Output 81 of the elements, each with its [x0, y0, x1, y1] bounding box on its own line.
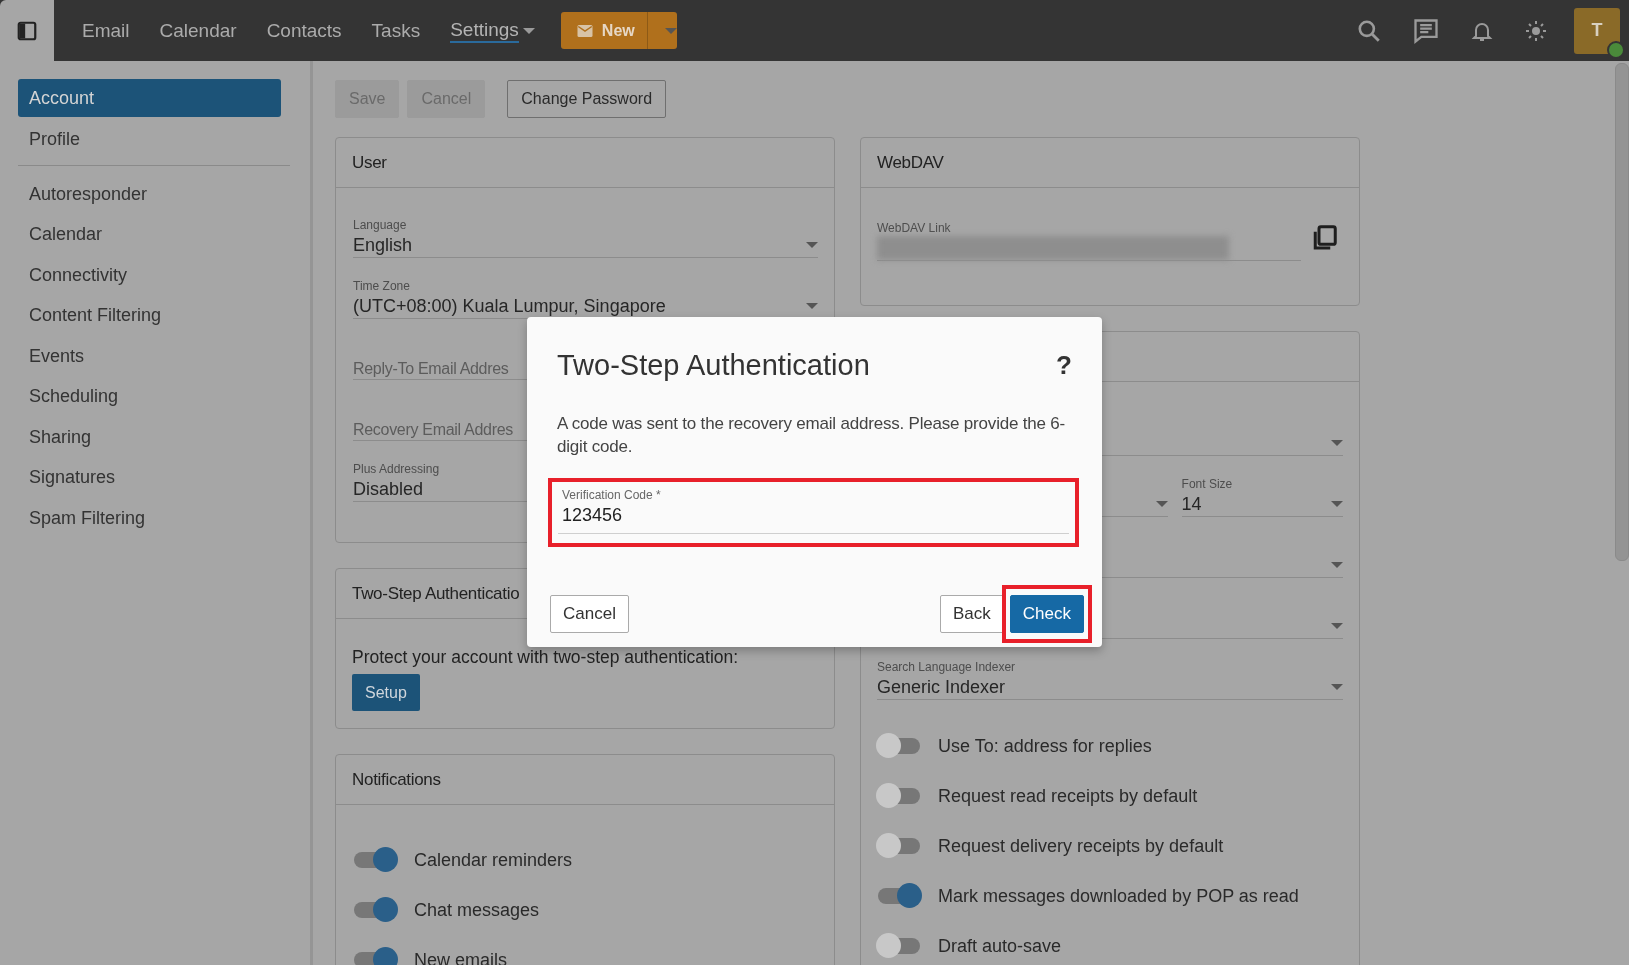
setup-button[interactable]: Setup: [352, 674, 420, 711]
nav-tab[interactable]: Tasks: [371, 19, 421, 42]
dialog-button[interactable]: Back: [940, 595, 1004, 633]
sidebar-item[interactable]: Profile: [18, 119, 281, 158]
avatar-initial: T: [1591, 20, 1603, 41]
caret-icon: [806, 242, 818, 248]
dropdown-button[interactable]: [647, 12, 677, 49]
sidebar-toggle-button[interactable]: [0, 0, 54, 61]
field-value: (UTC+08:00) Kuala Lumpur, Singapore: [353, 295, 666, 317]
card-title: User: [352, 152, 387, 173]
sun-icon[interactable]: [1524, 18, 1548, 43]
sidebar-item[interactable]: Calendar: [18, 215, 281, 253]
sidebar-item[interactable]: Account: [18, 79, 281, 117]
field-placeholder: Recovery Email Addres: [353, 420, 513, 439]
sidebar-item[interactable]: Content Filtering: [18, 296, 281, 334]
toggle-label: Calendar reminders: [414, 849, 573, 871]
toggle-switch[interactable]: [876, 833, 922, 859]
caret-icon: [664, 27, 677, 34]
sidebar-item[interactable]: Spam Filtering: [18, 498, 281, 537]
field-value: Generic Indexer: [877, 676, 1006, 698]
toggle-switch[interactable]: [352, 897, 398, 923]
sidebar-item[interactable]: Sharing: [18, 417, 281, 456]
field-value: Disabled: [353, 478, 424, 500]
sidebar-item[interactable]: Autoresponder: [18, 174, 281, 213]
field-placeholder: Reply-To Email Addres: [353, 359, 509, 378]
nav-tab[interactable]: Settings: [450, 18, 535, 43]
help-button[interactable]: ?: [1044, 349, 1084, 381]
caret-icon: [1331, 440, 1343, 446]
field-value: 14: [1181, 493, 1202, 515]
toggle-label: Mark messages downloaded by POP as read: [938, 885, 1299, 907]
dialog-button[interactable]: Check: [1009, 595, 1084, 633]
select-field[interactable]: Font Size 14: [1181, 477, 1343, 517]
dialog-message: A code was sent to the recovery email address. Please provide the 6-digit code.: [557, 413, 1066, 458]
sidebar-item[interactable]: Signatures: [18, 458, 281, 496]
sidebar-item[interactable]: Scheduling: [18, 377, 281, 415]
scrollbar[interactable]: [1615, 63, 1629, 561]
nav-tab[interactable]: Calendar: [159, 19, 237, 42]
dialog-title: Two-Step Authentication: [557, 348, 870, 382]
toggle-label: New emails: [414, 949, 508, 965]
sidebar-item[interactable]: Connectivity: [18, 255, 281, 294]
field-label: Language: [353, 218, 408, 233]
description-text: Protect your account with two-step authentication:: [352, 647, 740, 668]
nav-tab[interactable]: Email: [82, 19, 130, 42]
toggle-label: Use To: address for replies: [938, 735, 1152, 757]
toolbar-button[interactable]: Change Password: [507, 80, 667, 118]
field-value: English: [353, 234, 413, 256]
card-title: Two-Step Authenticatio: [352, 583, 520, 604]
card-title: WebDAV: [877, 152, 944, 173]
input-field[interactable]: Verification Code * 123456: [558, 488, 1069, 534]
caret-icon: [1331, 623, 1343, 629]
panel-icon[interactable]: [16, 19, 38, 42]
field-value: 123456: [562, 505, 624, 526]
caret-icon: [1155, 501, 1168, 507]
select-field[interactable]: Search Language Indexer Generic Indexer: [877, 660, 1343, 700]
caret-icon: [1331, 562, 1343, 568]
toggle-label: Draft auto-save: [938, 935, 1062, 957]
field-label: Verification Code *: [562, 488, 662, 502]
card-title: Notifications: [352, 769, 441, 790]
input-field[interactable]: WebDAV Link: [877, 221, 1301, 261]
dialog-button[interactable]: Cancel: [550, 595, 629, 633]
caret-icon: [1331, 684, 1343, 690]
field-label: Font Size: [1181, 477, 1234, 492]
nav-tab[interactable]: Contacts: [266, 19, 342, 42]
toggle-switch[interactable]: [876, 933, 922, 959]
toggle-switch[interactable]: [876, 783, 922, 809]
toggle-switch[interactable]: [352, 847, 398, 873]
new-button[interactable]: New: [560, 12, 648, 49]
field-label: Search Language Indexer: [877, 660, 1017, 675]
field-label: WebDAV Link: [877, 221, 952, 236]
toggle-label: Request read receipts by default: [938, 785, 1198, 807]
sidebar-item[interactable]: Events: [18, 336, 281, 375]
toggle-switch[interactable]: [876, 733, 922, 759]
caret-icon: [806, 303, 818, 309]
field-label: Time Zone: [353, 279, 411, 294]
toggle-label: Request delivery receipts by default: [938, 835, 1224, 857]
toggle-switch[interactable]: [876, 883, 922, 909]
select-field[interactable]: Language English: [353, 218, 818, 258]
chat-icon[interactable]: [1412, 16, 1440, 45]
caret-icon: [1331, 501, 1343, 507]
toggle-label: Chat messages: [414, 899, 540, 921]
field-label: Plus Addressing: [353, 462, 441, 477]
